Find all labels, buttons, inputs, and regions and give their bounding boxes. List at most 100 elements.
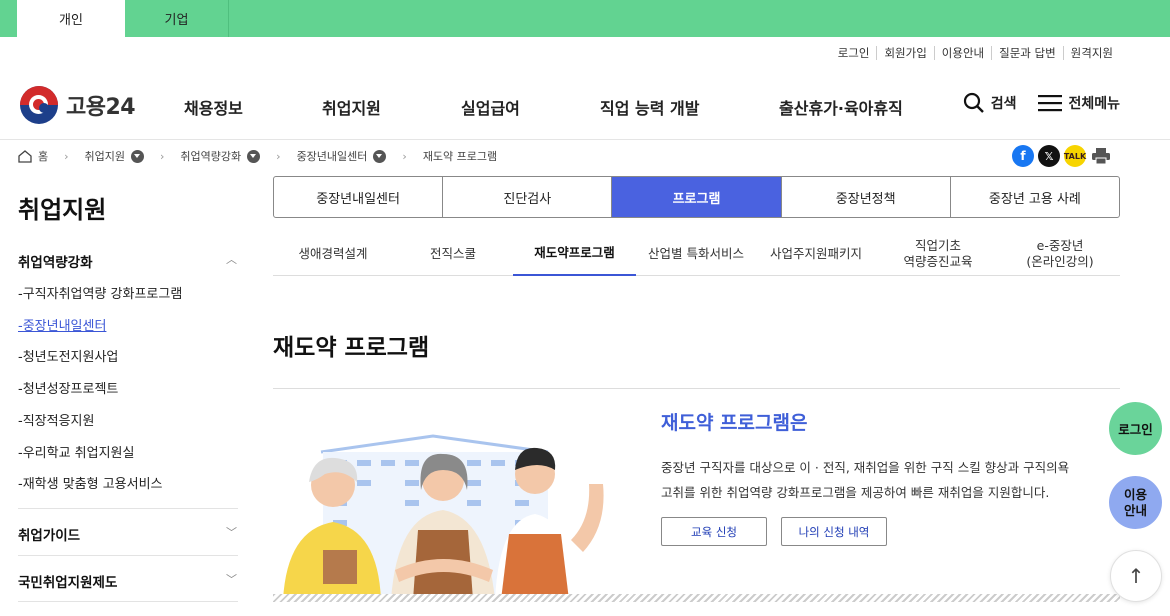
chevron-down-icon: ﹀ [226, 573, 237, 586]
scroll-to-top-button[interactable]: ↑ [1110, 550, 1162, 602]
chevron-right-icon: › [64, 149, 69, 163]
sidebar-group-label: 취업가이드 [18, 528, 81, 544]
search-button[interactable]: 검색 [963, 92, 1017, 114]
sidebar-group-guide[interactable]: 취업가이드 ﹀ [18, 524, 237, 544]
chevron-down-icon: ﹀ [226, 526, 237, 539]
sidebar-item[interactable]: -재학생 맞춤형 고용서비스 [18, 473, 163, 492]
decorative-stripe [273, 594, 1120, 602]
header-actions: 검색 전체메뉴 [941, 92, 1120, 114]
sidebar-group-competency[interactable]: 취업역량강화 ︿ [18, 251, 237, 271]
sidebar-item[interactable]: -구직자취업역량 강화프로그램 [18, 283, 182, 302]
gnb-vocational-training[interactable]: 직업 능력 개발 [600, 95, 699, 119]
intro-line: 중장년 구직자를 대상으로 이 · 전직, 재취업을 위한 구직 스킬 향상과 … [661, 460, 1070, 475]
subtab-basic-competency[interactable]: 직업기초 역량증진교육 [876, 232, 1000, 276]
x-icon[interactable]: 𝕏 [1038, 145, 1060, 167]
sidebar-item[interactable]: -우리학교 취업지원실 [18, 442, 134, 461]
breadcrumb-label: 재도약 프로그램 [422, 150, 498, 163]
gnb-unemployment-benefit[interactable]: 실업급여 [461, 95, 520, 119]
print-icon[interactable] [1090, 145, 1112, 167]
breadcrumb-item[interactable]: 취업지원 [84, 148, 145, 164]
senior-workers-illustration [283, 434, 604, 600]
breadcrumb-label: 중장년내일센터 [296, 150, 368, 163]
gnb-parental-leave[interactable]: 출산휴가·육아휴직 [779, 95, 903, 119]
logo-text: 고용24 [66, 95, 136, 120]
subtab-career-design[interactable]: 생애경력설계 [273, 232, 393, 276]
floating-login-button[interactable]: 로그인 [1109, 402, 1162, 455]
gnb-employment-support[interactable]: 취업지원 [322, 95, 381, 119]
arrow-up-icon: ↑ [1127, 564, 1145, 588]
kakaotalk-icon[interactable]: TALK [1064, 145, 1086, 167]
search-icon [963, 92, 984, 113]
share-icons: f 𝕏 TALK [1012, 145, 1116, 167]
tab-center[interactable]: 중장년내일센터 [274, 177, 442, 217]
breadcrumb-home[interactable]: 홈 [18, 148, 48, 164]
dropdown-icon[interactable] [373, 149, 387, 163]
login-link[interactable]: 로그인 [831, 46, 877, 60]
utility-links: 로그인 회원가입 이용안내 질문과 답변 원격지원 [831, 46, 1120, 60]
signup-link[interactable]: 회원가입 [876, 46, 933, 60]
chevron-right-icon: › [276, 149, 281, 163]
breadcrumb-item[interactable]: 중장년내일센터 [297, 148, 387, 164]
breadcrumb-label: 취업지원 [84, 150, 126, 163]
site-header: 고용24 채용정보 취업지원 실업급여 직업 능력 개발 출산휴가·육아휴직 검… [0, 80, 1170, 130]
sidebar-divider [18, 555, 238, 556]
guide-label-line: 안내 [1123, 502, 1147, 518]
program-subtabs: 생애경력설계 전직스쿨 재도약프로그램 산업별 특화서비스 사업주지원패키지 직… [273, 232, 1120, 276]
guide-link[interactable]: 이용안내 [933, 46, 991, 60]
breadcrumb-label: 취업역량강화 [180, 150, 242, 163]
facebook-icon[interactable]: f [1012, 145, 1034, 167]
sidebar-title: 취업지원 [18, 196, 107, 224]
subtab-e-learning[interactable]: e-중장년 (온라인강의) [1000, 232, 1120, 276]
chevron-right-icon: › [402, 149, 407, 163]
sidebar-group-label: 취업역량강화 [18, 255, 93, 271]
search-label: 검색 [990, 96, 1017, 112]
tab-personal[interactable]: 개인 [17, 0, 125, 37]
sidebar-group-national-support[interactable]: 국민취업지원제도 ﹀ [18, 571, 237, 591]
guide-label-line: 이용 [1123, 486, 1147, 502]
sidebar-item[interactable]: -청년도전지원사업 [18, 346, 118, 365]
subtab-industry-service[interactable]: 산업별 특화서비스 [636, 232, 756, 276]
intro-description: 중장년 구직자를 대상으로 이 · 전직, 재취업을 위한 구직 스킬 향상과 … [661, 455, 1101, 505]
intro-title: 재도약 프로그램은 [661, 412, 808, 434]
dropdown-icon[interactable] [131, 149, 145, 163]
tab-program[interactable]: 프로그램 [611, 177, 781, 217]
chevron-up-icon: ︿ [226, 253, 237, 266]
qna-link[interactable]: 질문과 답변 [991, 46, 1063, 60]
all-menu-button[interactable]: 전체메뉴 [1038, 93, 1120, 113]
apply-education-button[interactable]: 교육 신청 [661, 517, 767, 546]
tab-company[interactable]: 기업 [125, 0, 229, 37]
subtab-transition-school[interactable]: 전직스쿨 [393, 232, 513, 276]
page-title: 재도약 프로그램 [273, 335, 430, 361]
all-menu-label: 전체메뉴 [1068, 96, 1120, 112]
gnb-jobs[interactable]: 채용정보 [184, 95, 243, 119]
breadcrumb-item[interactable]: 취업역량강화 [180, 148, 261, 164]
sidebar-item[interactable]: -청년성장프로젝트 [18, 378, 118, 397]
sidebar-divider [18, 601, 238, 602]
breadcrumb-home-label: 홈 [38, 150, 49, 163]
hamburger-menu-icon [1038, 95, 1063, 112]
sidebar-divider [18, 508, 238, 509]
my-applications-button[interactable]: 나의 신청 내역 [781, 517, 887, 546]
taegeuk-logo-icon [20, 86, 58, 124]
breadcrumb-current: 재도약 프로그램 [423, 148, 497, 164]
title-divider [273, 388, 1120, 389]
home-icon [18, 149, 32, 163]
breadcrumb: 홈 › 취업지원 › 취업역량강화 › 중장년내일센터 › 재도약 프로그램 [18, 148, 497, 164]
intro-line: 고취를 위한 취업역량 강화프로그램을 제공하여 빠른 재취업을 지원합니다. [661, 485, 1050, 500]
tab-diagnosis[interactable]: 진단검사 [442, 177, 611, 217]
audience-switch-bar: 개인 기업 [0, 0, 1170, 37]
content-tabs: 중장년내일센터 진단검사 프로그램 중장년정책 중장년 고용 사례 [273, 176, 1120, 218]
sidebar-item[interactable]: -직장적응지원 [18, 410, 94, 429]
subtab-reboot-program[interactable]: 재도약프로그램 [513, 232, 636, 276]
site-logo[interactable]: 고용24 [20, 86, 136, 124]
sidebar-group-label: 국민취업지원제도 [18, 575, 118, 591]
header-divider [0, 139, 1170, 140]
subtab-employer-package[interactable]: 사업주지원패키지 [756, 232, 876, 276]
floating-guide-button[interactable]: 이용 안내 [1109, 476, 1162, 529]
dropdown-icon[interactable] [247, 149, 261, 163]
sidebar-item-active[interactable]: -중장년내일센터 [18, 315, 106, 334]
chevron-right-icon: › [160, 149, 165, 163]
tab-cases[interactable]: 중장년 고용 사례 [949, 177, 1119, 217]
remote-support-link[interactable]: 원격지원 [1062, 46, 1120, 60]
tab-policy[interactable]: 중장년정책 [780, 177, 950, 217]
